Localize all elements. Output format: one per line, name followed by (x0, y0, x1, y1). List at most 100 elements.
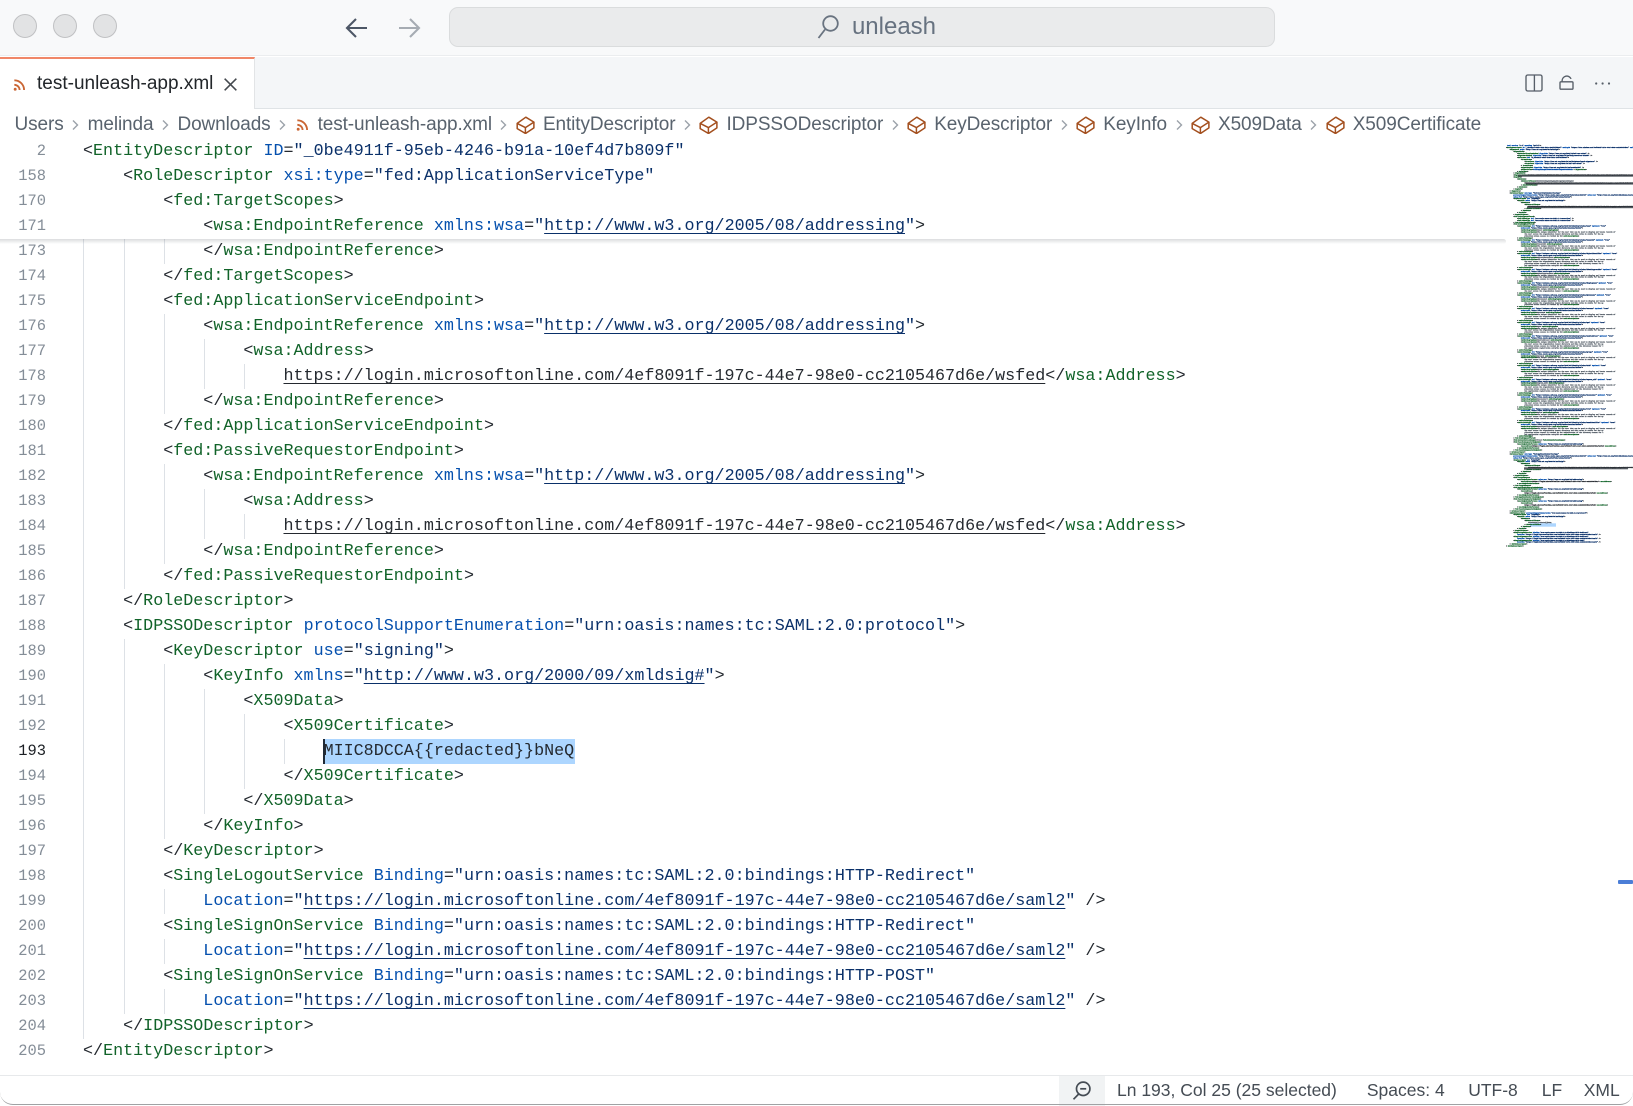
svg-text:<fed:ApplicationServiceEndpoin: <fed:ApplicationServiceEndpoint> (1513, 487, 1543, 489)
svg-text:<wsa:Address>https://login.mic: <wsa:Address>https://login.microsoftonli… (1521, 481, 1612, 483)
svg-text:<auth:Description>The unique i: <auth:Description>The unique identifier … (1521, 341, 1615, 343)
svg-text:<KeyDescriptor>: <KeyDescriptor> (1513, 530, 1528, 532)
svg-text:protocolSupportEnumeration"htt: protocolSupportEnumeration"http://docs.o… (1513, 455, 1633, 457)
svg-text:<EntityDescriptor ID"_0be4911f: <EntityDescriptor ID"_0be4911f-95eb-4246… (1506, 147, 1633, 149)
svg-text:<fed:PassiveRequestorEndpoint>: <fed:PassiveRequestorEndpoint> (1513, 449, 1542, 451)
svg-text:plication unless access is rev: plication unless access is revoked by th… (1525, 388, 1604, 390)
svg-text:plication unless access is rev: plication unless access is revoked by th… (1525, 361, 1580, 363)
svg-text:<fed:TokenType Uri"urn:oasis:n: <fed:TokenType Uri"urn:oasis:names:tc:SA… (1517, 220, 1574, 222)
svg-text:the user across the organizati: the user across the organization tenant … (1525, 343, 1604, 345)
svg-text:<Transforms>: <Transforms> (1521, 159, 1532, 161)
svg-text:<auth:Description>The unique i: <auth:Description>The unique identifier … (1521, 357, 1615, 359)
svg-text:<IDPSSODescriptor>: <IDPSSODescriptor> (1510, 543, 1528, 545)
svg-text:<auth:ClaimType Uri"http://sch: <auth:ClaimType Uri"http://schemas.xmlso… (1517, 269, 1617, 271)
svg-text:<DigestValue>4vTxY2qCkZEzpBXJ3: <DigestValue>4vTxY2qCkZEzpBXJ30SYBGoSWOM… (1521, 169, 1587, 171)
svg-text:<auth:ClaimType Uri"http://sch: <auth:ClaimType Uri"http://schemas.xmlso… (1517, 253, 1617, 255)
svg-text:<KeyInfo>: <KeyInfo> (1513, 188, 1522, 190)
svg-text:<SignedInfo>: <SignedInfo> (1513, 151, 1524, 153)
svg-text:<RoleDescriptor>: <RoleDescriptor> (1510, 510, 1526, 512)
svg-text:<Signature xmlns"http://www.w3: <Signature xmlns"http://www.w3.org/2000/… (1510, 149, 1560, 151)
svg-text:<KeyInfo>: <KeyInfo> (1517, 212, 1526, 214)
svg-text:xmlns:auth"http://docs.oasis-o: xmlns:auth"http://docs.oasis-open.org/ws… (1521, 227, 1583, 229)
svg-text:the user across the organizati: the user across the organization tenant … (1525, 386, 1604, 388)
svg-text:<fed:TokenType Uri"urn:oasis:n: <fed:TokenType Uri"urn:oasis:names:tc:SA… (1517, 218, 1574, 220)
svg-text:<wsa:EndpointReference xmlns:w: <wsa:EndpointReference xmlns:wsa"http://… (1517, 500, 1584, 502)
svg-text:<wsa:EndpointReference xmlns:w: <wsa:EndpointReference xmlns:wsa"http://… (1517, 488, 1584, 490)
svg-text:plication unless access is rev: plication unless access is revoked by th… (1525, 278, 1580, 280)
svg-text:<auth:Description>The unique i: <auth:Description>The unique identifier … (1521, 231, 1615, 233)
svg-text:<auth:Description>The unique i: <auth:Description>The unique identifier … (1521, 371, 1615, 373)
svg-text:<wsa:Address>: <wsa:Address> (1521, 490, 1533, 492)
svg-text:<auth:ClaimType>: <auth:ClaimType> (1517, 420, 1533, 422)
svg-text:plication unless access is rev: plication unless access is revoked by th… (1525, 304, 1580, 306)
svg-text:plication unless access is rev: plication unless access is revoked by th… (1525, 249, 1580, 251)
svg-text:<auth:Description>The unique i: <auth:Description>The unique identifier … (1521, 400, 1615, 402)
svg-text:<fed:TokenTypesOffered>: <fed:TokenTypesOffered> (1513, 222, 1535, 224)
svg-text:<auth:ClaimType>: <auth:ClaimType> (1517, 320, 1533, 322)
svg-text:<X509Certificate>: <X509Certificate> (1525, 520, 1541, 522)
svg-text:<wsa:EndpointReference>: <wsa:EndpointReference> (1517, 483, 1539, 485)
svg-text:plication unless access is rev: plication unless access is revoked by th… (1525, 331, 1580, 333)
svg-text:<SignedInfo>: <SignedInfo> (1513, 172, 1525, 174)
svg-text:xmlns:auth"http://docs.oasis-o: xmlns:auth"http://docs.oasis-open.org/ws… (1521, 424, 1583, 426)
svg-text:<X509Certificate>: <X509Certificate> (1525, 204, 1541, 206)
svg-text:<auth:Description>The unique i: <auth:Description>The unique identifier … (1521, 414, 1615, 416)
svg-text:<KeyDescriptor>: <KeyDescriptor> (1513, 214, 1528, 216)
svg-text:<wsa:EndpointReference>: <wsa:EndpointReference> (1517, 506, 1539, 508)
svg-text:plication unless access is rev: plication unless access is revoked by th… (1525, 235, 1580, 237)
svg-text:<X509Data>: <X509Data> (1517, 178, 1526, 180)
svg-text:<fed:TargetScopes>: <fed:TargetScopes> (1513, 477, 1530, 479)
svg-text:<KeyDescriptor use"signing">: <KeyDescriptor use"signing"> (1513, 459, 1540, 461)
svg-text:Location"https://login.microso: Location"https://login.microsoftonline.c… (1517, 541, 1600, 543)
svg-text:<auth:ClaimType>: <auth:ClaimType> (1517, 292, 1533, 294)
svg-text:<RoleDescriptor xsi:type"fed:S: <RoleDescriptor xsi:type"fed:SecurityTok… (1510, 192, 1561, 194)
svg-text:<SignatureMethod Algorithm"htt: <SignatureMethod Algorithm"http://www.w3… (1517, 155, 1592, 157)
svg-text:<KeyInfo xmlns"http://www.w3.o: <KeyInfo xmlns"http://www.w3.org/2000/09… (1517, 516, 1565, 518)
svg-text:xmlns:auth"http://docs.oasis-o: xmlns:auth"http://docs.oasis-open.org/ws… (1521, 284, 1583, 286)
svg-text:xmlns:auth"http://docs.oasis-o: xmlns:auth"http://docs.oasis-open.org/ws… (1521, 337, 1583, 339)
svg-text:<Transforms>: <Transforms> (1521, 165, 1533, 167)
svg-text:<RoleDescriptor>: <RoleDescriptor> (1510, 451, 1526, 453)
svg-text:<auth:DisplayName>Emailaddress: <auth:DisplayName>Emailaddress<auth:Disp… (1521, 339, 1566, 341)
svg-text:xmlns:auth"http://docs.oasis-o: xmlns:auth"http://docs.oasis-open.org/ws… (1521, 353, 1583, 355)
svg-text:<auth:DisplayName>Wids<auth:Di: <auth:DisplayName>Wids<auth:DisplayName> (1521, 369, 1559, 371)
svg-text:his application registration e: his application registration entryThe un… (1525, 347, 1580, 349)
svg-text:<fed:TargetScopes>: <fed:TargetScopes> (1513, 485, 1531, 487)
svg-text:his application registration e: his application registration entryThe un… (1525, 390, 1580, 392)
svg-text:<auth:ClaimType Uri"http://sch: <auth:ClaimType Uri"http://schemas.xmlso… (1517, 322, 1605, 324)
svg-text:<fed:PassiveRequestorEndpoint>: <fed:PassiveRequestorEndpoint> (1513, 441, 1541, 443)
svg-text:<CanonicalizationMethod Algori: <CanonicalizationMethod Algorithm"http:/… (1517, 153, 1589, 155)
svg-text:https://login.microsoftonline.: https://login.microsoftonline.com/4ef809… (1525, 504, 1608, 506)
svg-text:the user across the organizati: the user across the organization tenant … (1525, 416, 1604, 418)
svg-text:xmlns:auth"http://docs.oasis-o: xmlns:auth"http://docs.oasis-open.org/ws… (1521, 255, 1583, 257)
svg-text:<SingleLogoutService Binding"u: <SingleLogoutService Binding"urn:oasis:n… (1513, 532, 1588, 534)
svg-text:<auth:ClaimType Uri"http://sch: <auth:ClaimType Uri"http://schemas.xmlso… (1517, 335, 1613, 337)
svg-text:xmlns:auth"http://docs.oasis-o: xmlns:auth"http://docs.oasis-open.org/ws… (1521, 324, 1583, 326)
svg-text:<auth:DisplayName>Name<auth:Di: <auth:DisplayName>Name<auth:DisplayName> (1521, 229, 1559, 231)
svg-text:<auth:ClaimType>: <auth:ClaimType> (1517, 363, 1533, 365)
svg-text:<auth:DisplayName>Identityprov: <auth:DisplayName>Identityprovider<auth:… (1521, 273, 1570, 275)
svg-text:<auth:ClaimType Uri"http://sch: <auth:ClaimType Uri"http://schemas.xmlso… (1517, 239, 1610, 241)
svg-text:<auth:ClaimType Uri"http://sch: <auth:ClaimType Uri"http://schemas.xmlso… (1517, 308, 1609, 310)
svg-text:<EntityDescriptor>: <EntityDescriptor> (1506, 545, 1524, 547)
svg-text:<auth:DisplayName>Givenname<au: <auth:DisplayName>Givenname<auth:Display… (1521, 298, 1564, 300)
svg-text:<auth:Description>The unique i: <auth:Description>The unique identifier … (1521, 275, 1615, 277)
svg-text:<auth:ClaimType Uri"http://sch: <auth:ClaimType Uri"http://schemas.xmlso… (1517, 379, 1612, 381)
svg-text:<fed:TokenTypesOffered>: <fed:TokenTypesOffered> (1513, 216, 1534, 218)
svg-text:<auth:DisplayName>Displayname<: <auth:DisplayName>Displayname<auth:Displ… (1521, 286, 1565, 288)
svg-text:<Reference URI"#_0be4911f-95eb: <Reference URI"#_0be4911f-95eb-4246-b91a… (1517, 157, 1569, 159)
svg-text:<fed:ClaimTypesOffered>: <fed:ClaimTypesOffered> (1513, 437, 1535, 439)
svg-text:<fed:ApplicationServiceEndpoin: <fed:ApplicationServiceEndpoint> (1513, 496, 1544, 498)
svg-text:the user across the organizati: the user across the organization tenant … (1525, 247, 1604, 249)
svg-text:<RoleDescriptor xsi:type"fed:A: <RoleDescriptor xsi:type"fed:Application… (1510, 453, 1559, 455)
svg-text:<auth:Description>The unique i: <auth:Description>The unique identifier … (1521, 259, 1615, 261)
svg-text:<auth:DisplayName>Groups<auth:: <auth:DisplayName>Groups<auth:DisplayNam… (1521, 355, 1561, 357)
svg-text:<fed:PassiveRequestorEndpoint>: <fed:PassiveRequestorEndpoint> (1513, 508, 1542, 510)
svg-text:<wsa:Address>: <wsa:Address> (1521, 502, 1533, 504)
svg-text:<SingleSignOnService Binding"u: <SingleSignOnService Binding"urn:oasis:n… (1513, 540, 1584, 542)
svg-text:<auth:Description>The unique i: <auth:Description>The unique identifier … (1521, 314, 1615, 316)
svg-text:the user across the organizati: the user across the organization tenant … (1525, 302, 1604, 304)
svg-text:<auth:ClaimType>: <auth:ClaimType> (1517, 251, 1533, 253)
svg-text:<wsa:EndpointReference xmlns:w: <wsa:EndpointReference xmlns:wsa"http://… (1517, 479, 1584, 481)
svg-text:<DigestMethod Algorithm"http:/: <DigestMethod Algorithm"http://www.w3.or… (1521, 167, 1584, 169)
